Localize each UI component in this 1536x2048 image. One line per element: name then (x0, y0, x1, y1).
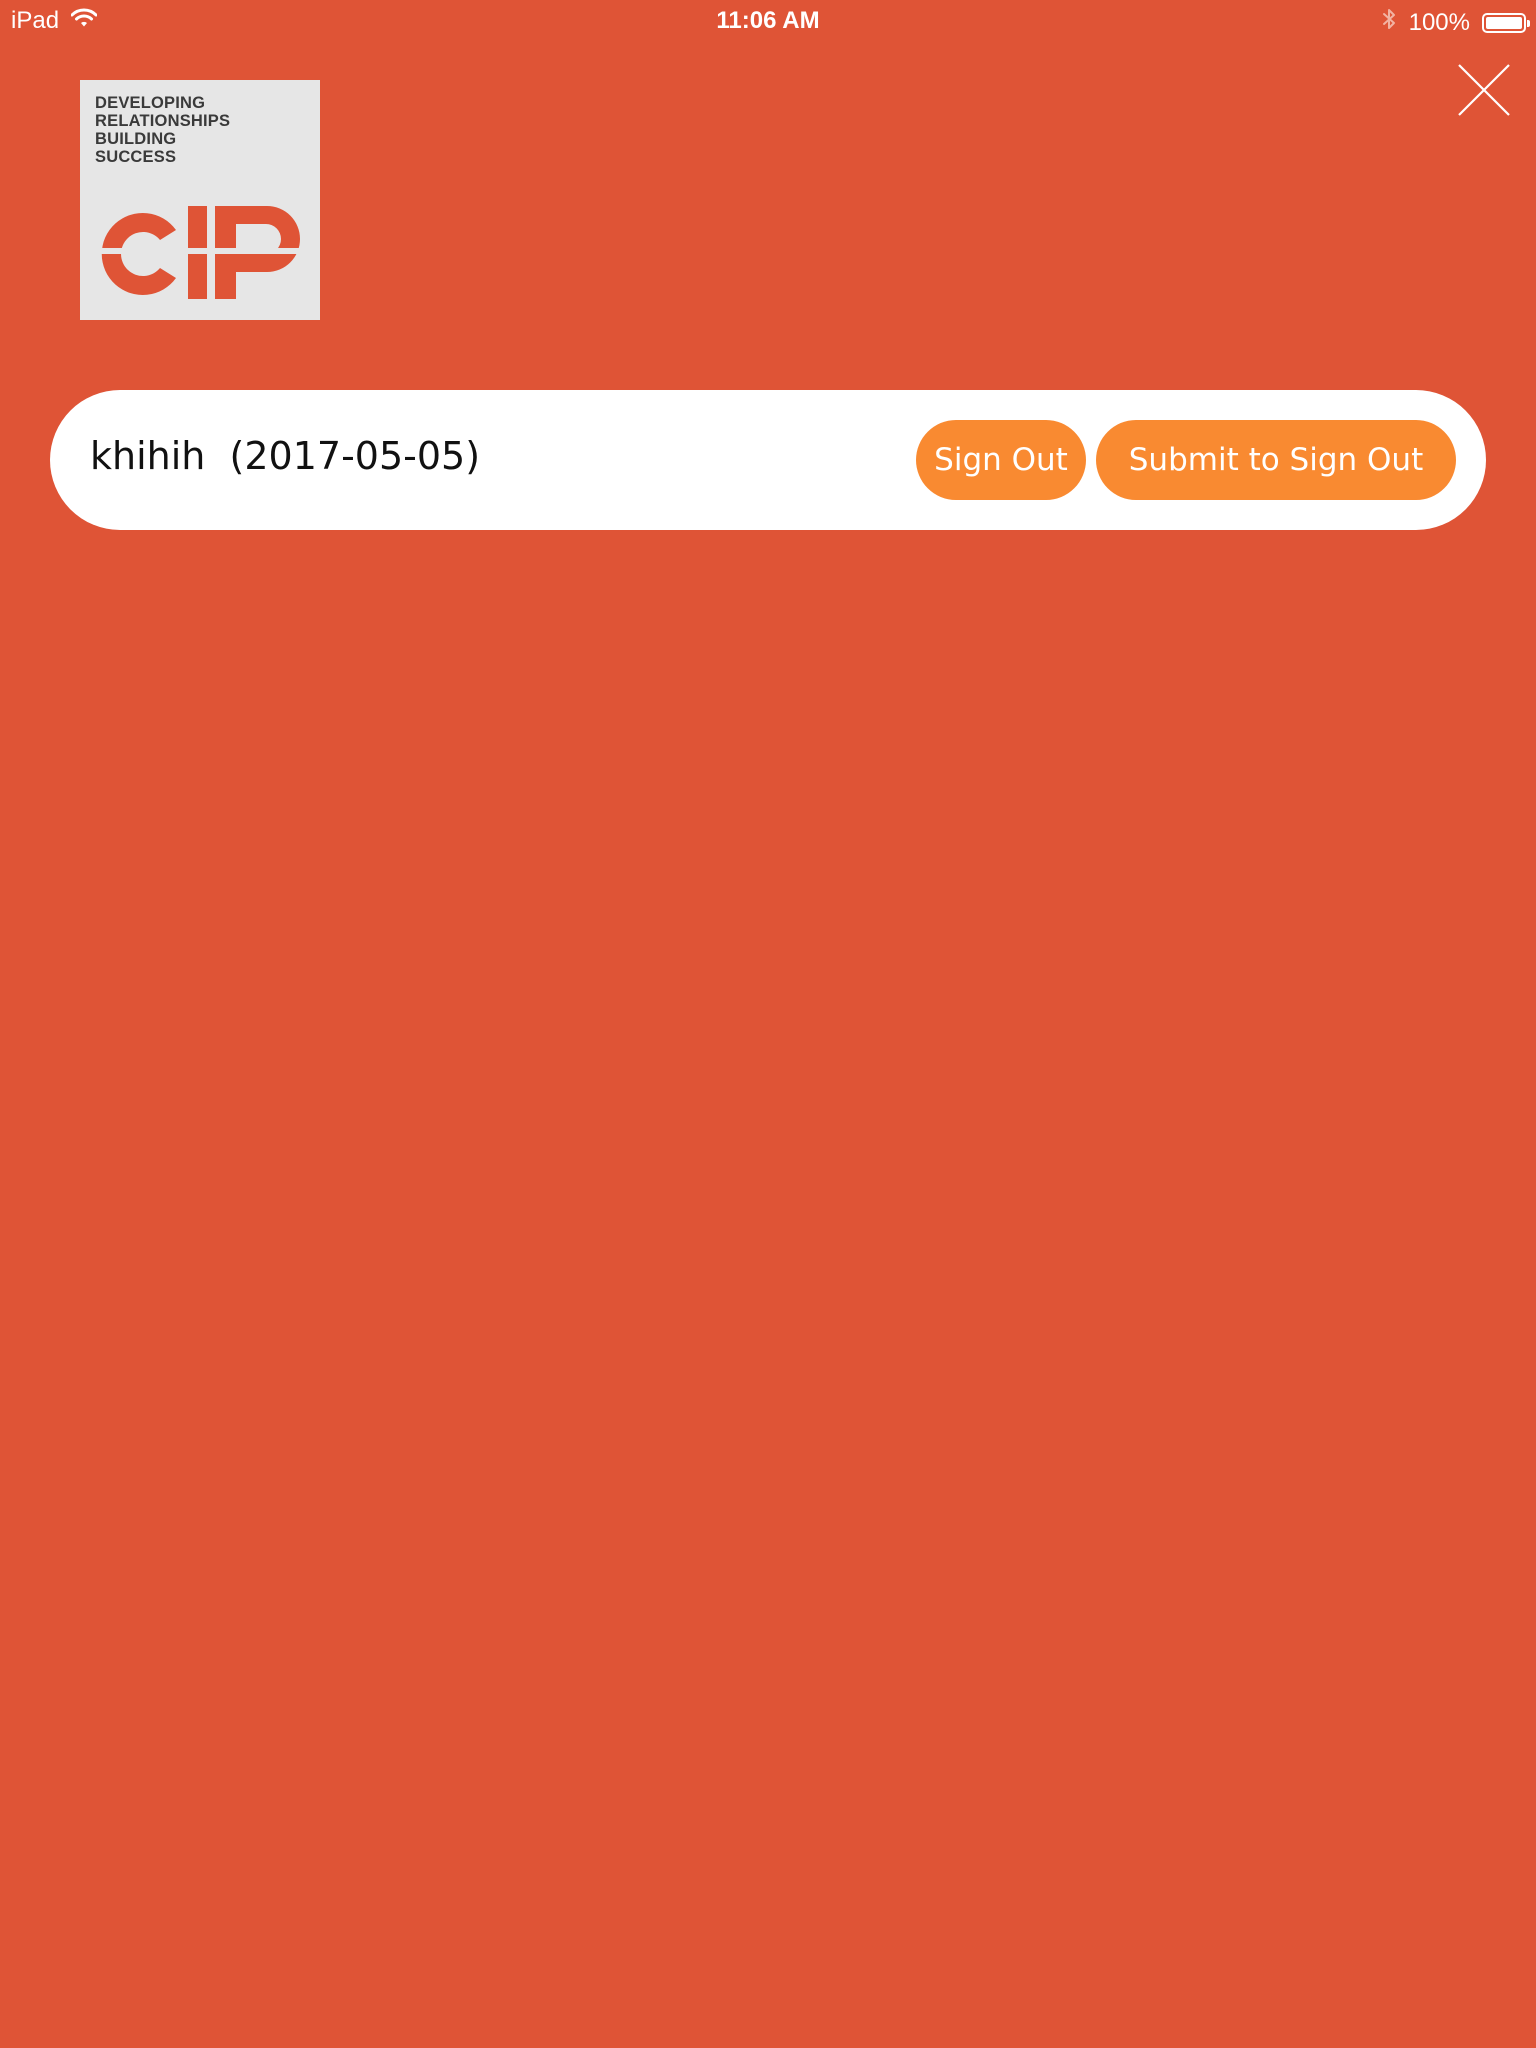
cip-logo-mark (90, 206, 310, 299)
logo-tagline: DEVELOPING RELATIONSHIPS BUILDING SUCCES… (95, 94, 230, 166)
sign-out-button[interactable]: Sign Out (916, 420, 1086, 500)
logo-tagline-line: RELATIONSHIPS (95, 112, 231, 130)
logo-tagline-line: DEVELOPING (95, 94, 206, 112)
close-icon (1458, 64, 1510, 116)
close-button[interactable] (1456, 62, 1512, 118)
bluetooth-icon (1381, 7, 1397, 38)
sign-out-entry: khihih (2017-05-05) Sign Out Submit to S… (50, 390, 1486, 530)
status-bar: iPad 11:06 AM 100% (0, 0, 1536, 40)
battery-icon (1482, 12, 1530, 33)
status-time: 11:06 AM (716, 7, 820, 34)
logo-tagline-line: BUILDING (95, 130, 177, 148)
submit-to-sign-out-button[interactable]: Submit to Sign Out (1096, 420, 1456, 500)
cip-logo: DEVELOPING RELATIONSHIPS BUILDING SUCCES… (80, 80, 320, 320)
visitor-name-date: khihih (2017-05-05) (90, 434, 481, 478)
logo-tagline-line: SUCCESS (95, 148, 177, 166)
battery-level (1486, 16, 1522, 29)
status-right: 100% (1381, 7, 1530, 38)
sign-out-screen: iPad 11:06 AM 100% DEVELOPING RELATIONSH… (0, 0, 1536, 2048)
battery-percent: 100% (1408, 8, 1470, 36)
